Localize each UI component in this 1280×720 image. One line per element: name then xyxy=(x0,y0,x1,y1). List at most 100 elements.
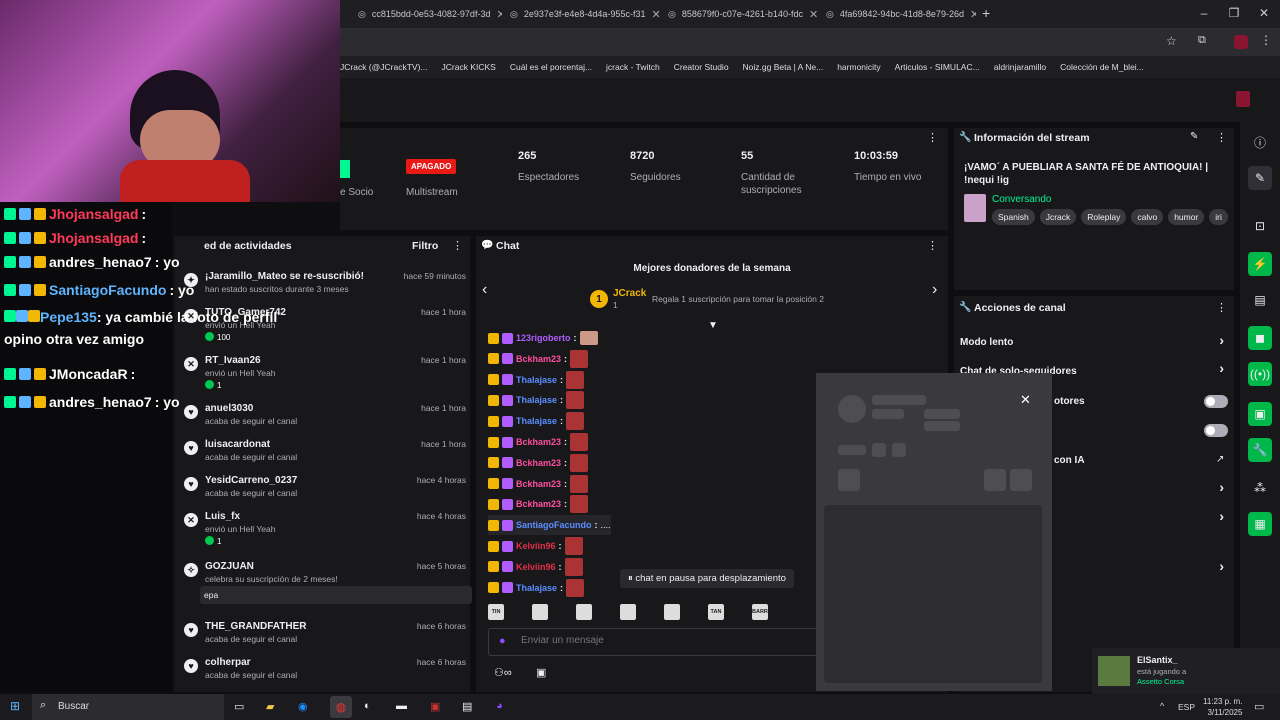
minimize-icon[interactable]: – xyxy=(1196,6,1212,20)
notification-center-icon[interactable]: ▭ xyxy=(1254,700,1264,713)
language-indicator[interactable]: ESP xyxy=(1178,702,1195,712)
emote-button[interactable] xyxy=(576,604,592,620)
emote-button[interactable] xyxy=(532,604,548,620)
bookmark[interactable]: harmonicity xyxy=(837,62,880,72)
chat-username[interactable]: Bckham23 xyxy=(516,354,561,364)
feed-item-name[interactable]: GOZJUAN xyxy=(205,561,254,572)
obs-icon[interactable]: ◐ xyxy=(364,700,371,712)
chat-username[interactable]: Bckham23 xyxy=(516,437,561,447)
chat-username[interactable]: SantiagoFacundo xyxy=(516,520,592,530)
tray-chevron-icon[interactable]: ^ xyxy=(1160,701,1164,711)
clock[interactable]: 11:23 p. m. 3/11/2025 xyxy=(1203,696,1242,718)
feed-item[interactable]: ♥ luisacardonat acaba de seguir el canal ha… xyxy=(182,436,466,472)
actions-menu-icon[interactable]: ⋮ xyxy=(1216,301,1227,314)
chevron-right-icon[interactable]: › xyxy=(1219,558,1224,574)
emote-button[interactable]: TAN xyxy=(708,604,724,620)
chat-username[interactable]: Thalajase xyxy=(516,395,557,405)
close-window-icon[interactable]: ✕ xyxy=(1256,6,1272,20)
pencil-icon[interactable]: ✎ xyxy=(1248,166,1272,190)
clapper-icon[interactable]: ▦ xyxy=(1248,512,1272,536)
discord-icon[interactable]: ◕ xyxy=(496,700,503,712)
feed-item-name[interactable]: luisacardonat xyxy=(205,439,270,450)
chat-username[interactable]: Bckham23 xyxy=(516,499,561,509)
bookmark[interactable]: Cuál es el porcentaj... xyxy=(510,62,592,72)
close-tab-icon[interactable]: ✕ xyxy=(970,8,976,21)
prev-donor-icon[interactable]: ‹ xyxy=(482,281,487,299)
chat-message[interactable]: Thalajase: xyxy=(488,370,585,390)
task-view-icon[interactable]: ▭ xyxy=(234,700,244,713)
chat-message[interactable]: Kelviin96: xyxy=(488,557,583,577)
chat-menu-icon[interactable]: ⋮ xyxy=(927,239,938,252)
next-donor-icon[interactable]: › xyxy=(932,281,937,299)
stream-tag[interactable]: iri xyxy=(1209,209,1228,225)
chat-message[interactable]: Bckham23: xyxy=(488,453,589,473)
close-popup-icon[interactable]: ✕ xyxy=(1020,392,1031,408)
mic-icon[interactable]: ● xyxy=(499,635,506,647)
points-icon[interactable]: ⚇∞ xyxy=(494,666,512,679)
feed-menu-icon[interactable]: ⋮ xyxy=(452,239,463,252)
chat-input[interactable] xyxy=(521,635,821,646)
new-tab-button[interactable]: + xyxy=(982,5,990,21)
bookmark[interactable]: JCrack KICKS xyxy=(442,62,496,72)
outlook-icon[interactable]: ◉ xyxy=(298,700,308,713)
feed-item[interactable]: ✕ RT_Ivaan26 envió un Hell Yeah hace 1 hora… xyxy=(182,352,466,390)
chat-paused-banner[interactable]: ⏸ chat en pausa para desplazamiento xyxy=(620,569,794,588)
restore-icon[interactable]: ❐ xyxy=(1226,6,1242,20)
users-icon[interactable]: ⁂ xyxy=(1248,476,1272,500)
app-icon[interactable]: ▬ xyxy=(396,700,407,712)
close-tab-icon[interactable]: ✕ xyxy=(651,8,660,21)
feed-item[interactable]: ♥ YesidCarreno_0237 acaba de seguir el can… xyxy=(182,472,466,508)
browser-tab[interactable]: ◎ 2e937e3f-e4e8-4d4a-955c-f31 ✕ xyxy=(502,0,660,28)
feed-item-name[interactable]: colherpar xyxy=(205,657,251,668)
feed-filter-button[interactable]: Filtro xyxy=(412,240,438,252)
chevron-right-icon[interactable]: › xyxy=(1219,360,1224,376)
feed-item-name[interactable]: ¡Jaramillo_Mateo se re-suscribió! xyxy=(205,271,364,282)
feed-item[interactable]: ✧ GOZJUAN celebra su suscripción de 2 mese… xyxy=(182,558,472,604)
chevron-right-icon[interactable]: › xyxy=(1219,479,1224,495)
chat-username[interactable]: Thalajase xyxy=(516,375,557,385)
chat-username[interactable]: Bckham23 xyxy=(516,458,561,468)
stream-tag[interactable]: humor xyxy=(1168,209,1205,225)
profile-icon[interactable] xyxy=(1234,35,1248,49)
category-name[interactable]: Conversando xyxy=(992,194,1051,205)
user-avatar[interactable] xyxy=(1236,91,1250,107)
bookmark[interactable]: aldrinjaramillo xyxy=(994,62,1046,72)
external-link-icon[interactable]: ↗ xyxy=(1216,454,1224,465)
feed-item[interactable]: ♥ THE_GRANDFATHER acaba de seguir el canal… xyxy=(182,618,466,654)
feed-item-name[interactable]: Luis_fx xyxy=(205,511,240,522)
chat-username[interactable]: Bckham23 xyxy=(516,479,561,489)
stream-tag[interactable]: Spanish xyxy=(992,209,1035,225)
bookmark[interactable]: Noiz.gg Beta | A Ne... xyxy=(743,62,824,72)
chat-message[interactable]: Thalajase: xyxy=(488,411,585,431)
browser-tab[interactable]: ◎ 4fa69842-94bc-41d8-8e79-26d ✕ xyxy=(818,0,976,28)
stream-tag[interactable]: Jcrack xyxy=(1039,209,1077,225)
bookmark[interactable]: Creator Studio xyxy=(674,62,729,72)
game-notification[interactable]: ElSantix_ está jugando a Assetto Corsa xyxy=(1092,648,1280,694)
windows-start-icon[interactable]: ⊞ xyxy=(10,699,20,713)
browser-tab[interactable]: ◎ cc815bdd-0e53-4082-97df-3d ✕ xyxy=(350,0,502,28)
toggle-switch[interactable] xyxy=(1204,424,1228,437)
app-icon[interactable]: ▣ xyxy=(430,700,440,713)
chat-message[interactable]: Bckham23: xyxy=(488,432,589,452)
emote-button[interactable] xyxy=(664,604,680,620)
chat-message[interactable]: Thalajase: xyxy=(488,578,585,598)
chevron-right-icon[interactable]: › xyxy=(1219,332,1224,348)
bookmark[interactable]: Articulos - SIMULAC... xyxy=(895,62,980,72)
chat-message[interactable]: Thalajase: xyxy=(488,390,585,410)
slow-mode-action[interactable]: Modo lento xyxy=(960,332,1013,352)
feed-item[interactable]: ♥ colherpar acaba de seguir el canal hace 6… xyxy=(182,654,466,690)
file-explorer-icon[interactable]: ▰ xyxy=(266,700,274,713)
wrench-icon[interactable]: 🔧 xyxy=(1248,438,1272,462)
stack-icon[interactable]: ▣ xyxy=(1248,402,1272,426)
gift-icon[interactable]: ▣ xyxy=(536,666,546,679)
menu-kebab-icon[interactable]: ⋮ xyxy=(1260,33,1272,47)
fullscreen-icon[interactable]: ⊡ xyxy=(1248,214,1272,238)
feed-item[interactable]: ✦ ¡Jaramillo_Mateo se re-suscribió! han es… xyxy=(182,268,466,304)
toggle-switch[interactable] xyxy=(1204,395,1228,408)
chat-message[interactable]: Bckham23: xyxy=(488,494,589,514)
chat-username[interactable]: 123rigoberto xyxy=(516,333,571,343)
chat-username[interactable]: Kelviin96 xyxy=(516,541,556,551)
stream-tag[interactable]: Roleplay xyxy=(1081,209,1127,225)
pin-icon[interactable]: ▼ xyxy=(708,320,718,331)
edit-icon[interactable]: ✎ xyxy=(1190,131,1198,142)
